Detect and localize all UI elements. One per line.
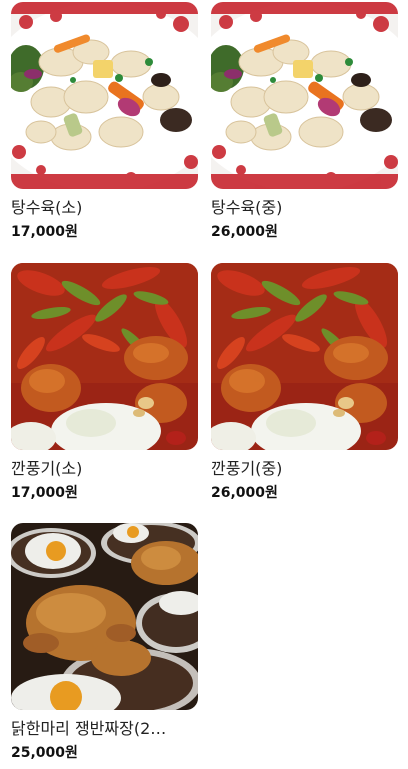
menu-item-kkanpunggi-medium[interactable]: 깐풍기(중) 26,000원 xyxy=(211,263,398,502)
menu-item-kkanpunggi-small[interactable]: 깐풍기(소) 17,000원 xyxy=(11,263,198,502)
menu-item-price: 17,000원 xyxy=(11,485,78,501)
menu-item-image[interactable] xyxy=(11,2,198,189)
menu-item-name[interactable]: 깐풍기(소) xyxy=(11,459,198,479)
fried-chicken-jjajang-photo xyxy=(11,523,198,710)
menu-item-image[interactable] xyxy=(211,263,398,450)
sweet-sour-pork-photo xyxy=(211,2,398,189)
menu-item-name[interactable]: 탕수육(소) xyxy=(11,198,198,218)
menu-item-price: 25,000원 xyxy=(11,745,78,761)
menu-grid: 탕수육(소) 17,000원 탕수육(중) 26,000원 깐풍기(소) 17,… xyxy=(0,0,408,769)
menu-item-image[interactable] xyxy=(11,523,198,710)
kkanpunggi-photo xyxy=(11,263,198,450)
menu-item-image[interactable] xyxy=(211,2,398,189)
menu-item-chicken-jjajang[interactable]: 닭한마리 쟁반짜장(2… 25,000원 xyxy=(11,523,198,762)
menu-item-tangsuyuk-medium[interactable]: 탕수육(중) 26,000원 xyxy=(211,2,398,241)
menu-item-tangsuyuk-small[interactable]: 탕수육(소) 17,000원 xyxy=(11,2,198,241)
menu-item-name[interactable]: 닭한마리 쟁반짜장(2… xyxy=(11,719,198,739)
menu-item-name[interactable]: 깐풍기(중) xyxy=(211,459,398,479)
menu-item-price: 26,000원 xyxy=(211,224,278,240)
menu-item-price: 17,000원 xyxy=(11,224,78,240)
sweet-sour-pork-photo xyxy=(11,2,198,189)
kkanpunggi-photo xyxy=(211,263,398,450)
menu-item-price: 26,000원 xyxy=(211,485,278,501)
menu-item-image[interactable] xyxy=(11,263,198,450)
menu-item-name[interactable]: 탕수육(중) xyxy=(211,198,398,218)
